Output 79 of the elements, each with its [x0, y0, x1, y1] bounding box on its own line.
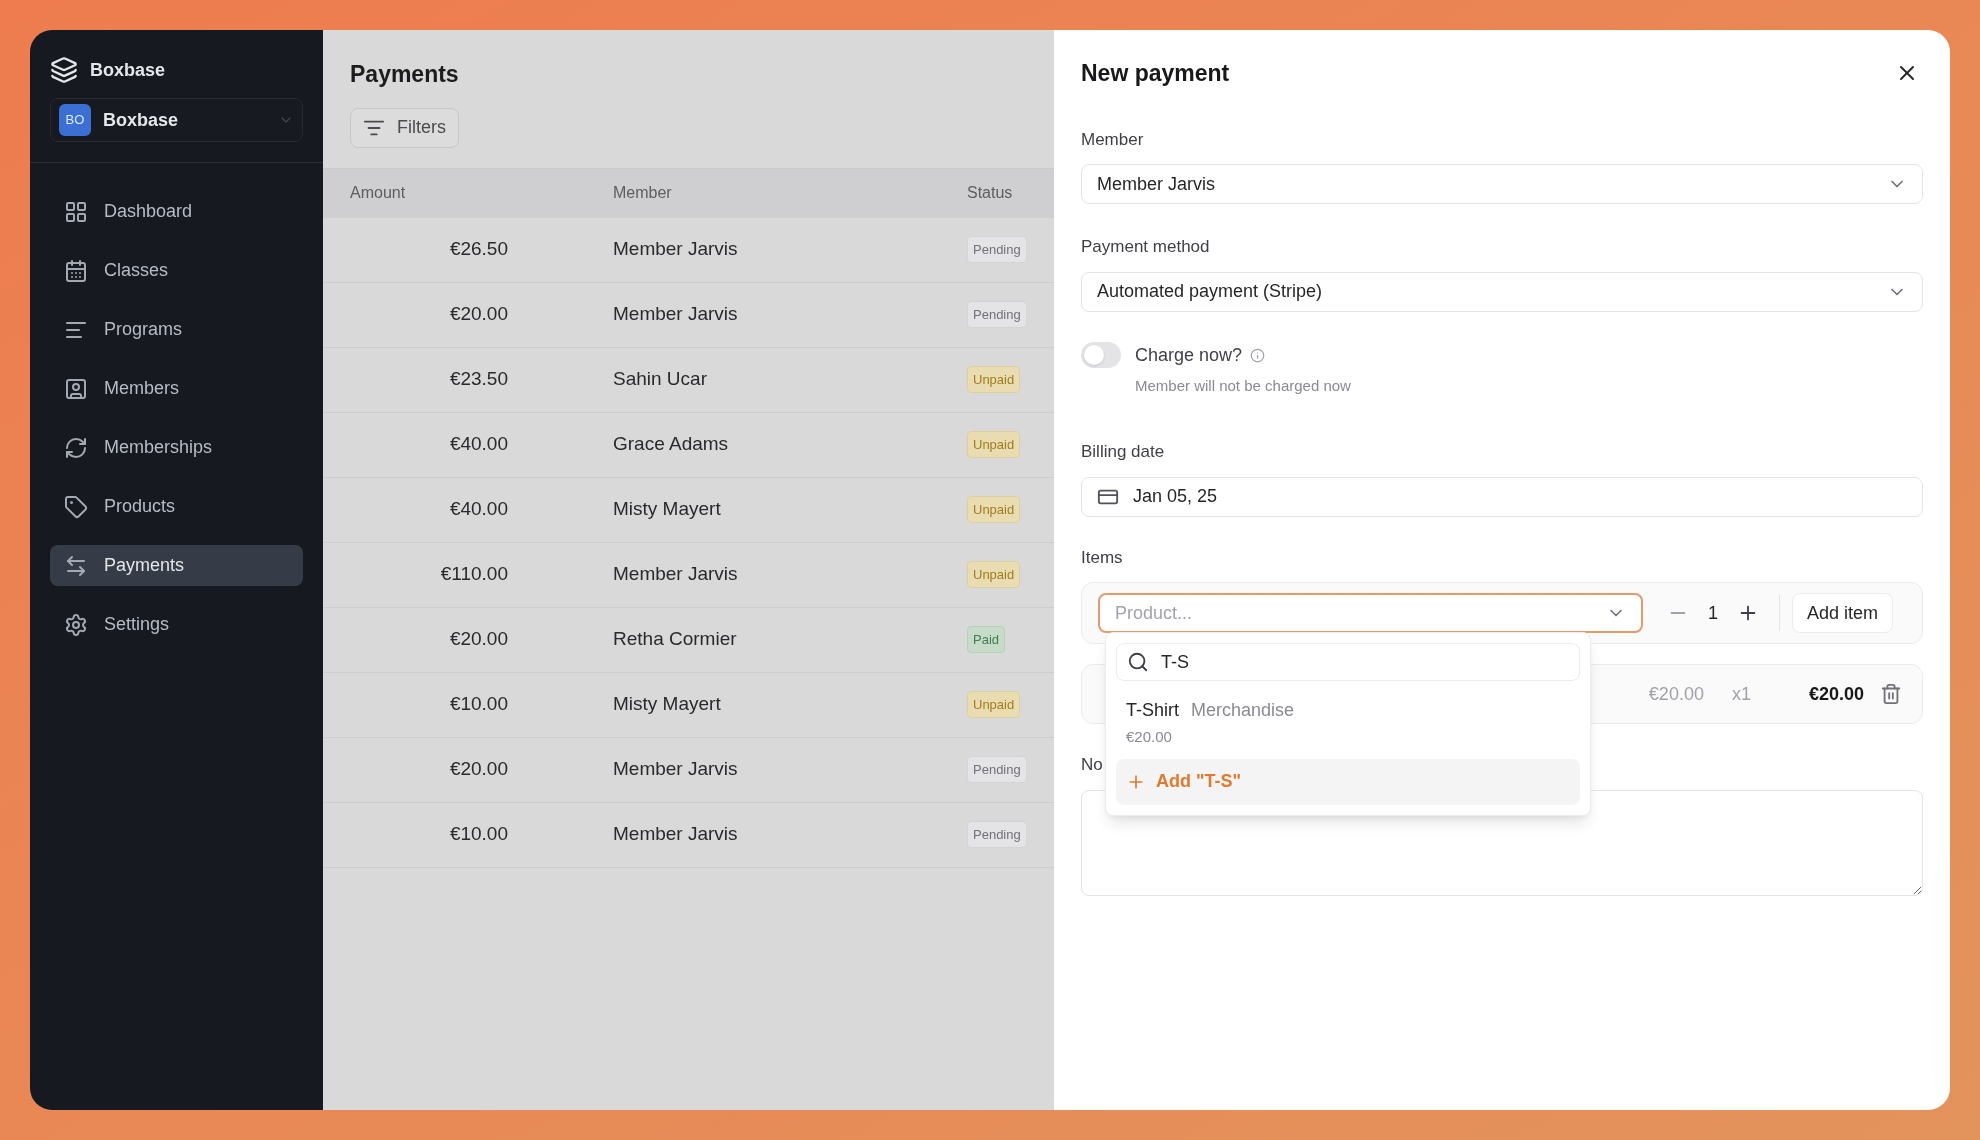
unit-price: €20.00: [1648, 682, 1704, 706]
member-cell-text: Member Jarvis: [613, 562, 738, 587]
amount-cell-text: €20.00: [449, 302, 509, 327]
workspace-avatar: BO: [59, 104, 91, 136]
field-label: Member: [1081, 128, 1145, 151]
member-select[interactable]: Member Jarvis: [1081, 164, 1923, 204]
product-category: Merchandise: [1191, 699, 1295, 722]
amount-cell-text: €110.00: [440, 562, 509, 587]
amount-cell-text: €10.00: [449, 822, 509, 847]
charge-now-toggle[interactable]: [1081, 341, 1121, 368]
amount-cell-text: €10.00: [449, 692, 509, 717]
workspace-name: Boxbase: [103, 108, 180, 132]
trash-icon[interactable]: [1880, 683, 1902, 705]
member-cell-text: Misty Mayert: [613, 692, 721, 717]
member-cell-text: Sahin Ucar: [613, 367, 707, 392]
tag-icon: [64, 494, 88, 519]
settings-icon: [64, 612, 88, 637]
arrows-icon: [64, 553, 88, 578]
refresh-icon: [64, 435, 88, 460]
field-label: Payment method: [1081, 236, 1211, 258]
status-badge: Unpaid: [967, 690, 1021, 719]
product-search-field[interactable]: T-S: [1116, 643, 1580, 681]
status-badge: Unpaid: [967, 560, 1021, 589]
column-header: Status: [967, 183, 1013, 203]
status-badge: Paid: [967, 625, 1006, 654]
nav-item[interactable]: Settings: [50, 604, 303, 645]
user-icon: [64, 376, 88, 401]
nav-item[interactable]: Classes: [50, 250, 303, 291]
status-badge: Pending: [967, 820, 1027, 849]
info-icon: [1250, 347, 1266, 363]
member-cell-text: Member Jarvis: [613, 237, 738, 262]
panel-title: New payment: [1081, 59, 1230, 88]
member-cell-text: Misty Mayert: [613, 497, 721, 522]
status-badge: Unpaid: [967, 430, 1021, 459]
nav-item[interactable]: Products: [50, 486, 303, 527]
amount-cell-text: €20.00: [449, 757, 509, 782]
amount-cell-text: €26.50: [449, 237, 509, 262]
member-cell-text: Member Jarvis: [613, 757, 738, 782]
product-price: €20.00: [1126, 727, 1173, 747]
member-cell-text: Member Jarvis: [613, 302, 738, 327]
product-name: T-Shirt: [1126, 699, 1179, 722]
nav-item[interactable]: Payments: [50, 545, 303, 586]
status-badge: Unpaid: [967, 365, 1021, 394]
logo-icon: [50, 56, 78, 84]
status-badge: Pending: [967, 755, 1027, 784]
billing-date-field[interactable]: Jan 05, 25: [1081, 476, 1923, 517]
amount-cell-text: €23.50: [449, 367, 509, 392]
payment-method-select[interactable]: Automated payment (Stripe): [1081, 271, 1923, 312]
product-option[interactable]: T-Shirt Merchandise €20.00: [1116, 681, 1580, 759]
status-badge: Pending: [967, 300, 1027, 329]
member-cell-text: Retha Cormier: [613, 627, 737, 652]
field-label: Billing date: [1081, 441, 1166, 463]
status-badge: Pending: [967, 235, 1027, 264]
search-icon: [1127, 651, 1149, 673]
brand-name: Boxbase: [90, 58, 166, 82]
item-quantity: x1: [1731, 682, 1751, 706]
nav-item[interactable]: Programs: [50, 309, 303, 350]
grid-icon: [64, 199, 88, 224]
field-label: Items: [1081, 546, 1124, 569]
filters-button[interactable]: Filters: [350, 107, 459, 148]
page-title: Payments: [349, 60, 460, 89]
amount-cell-text: €40.00: [449, 497, 509, 522]
amount-cell-text: €40.00: [449, 432, 509, 457]
toggle-label: Charge now?: [1135, 343, 1243, 367]
nav-item[interactable]: Dashboard: [50, 191, 303, 232]
amount-cell-text: €20.00: [449, 627, 509, 652]
field-label: No: [1081, 754, 1104, 776]
nav-item[interactable]: Memberships: [50, 427, 303, 468]
item-total: €20.00: [1808, 682, 1864, 706]
member-cell-text: Member Jarvis: [613, 822, 738, 847]
workspace-select[interactable]: BO Boxbase: [50, 98, 303, 142]
add-item-button[interactable]: Add item: [1792, 593, 1894, 633]
status-badge: Unpaid: [967, 495, 1021, 524]
nav-item[interactable]: Members: [50, 368, 303, 409]
column-header: Amount: [349, 183, 406, 203]
quantity-value: 1: [1707, 601, 1719, 625]
toggle-hint: Member will not be charged now: [1135, 375, 1351, 396]
column-header: Member: [613, 183, 672, 203]
member-cell-text: Grace Adams: [613, 432, 729, 457]
